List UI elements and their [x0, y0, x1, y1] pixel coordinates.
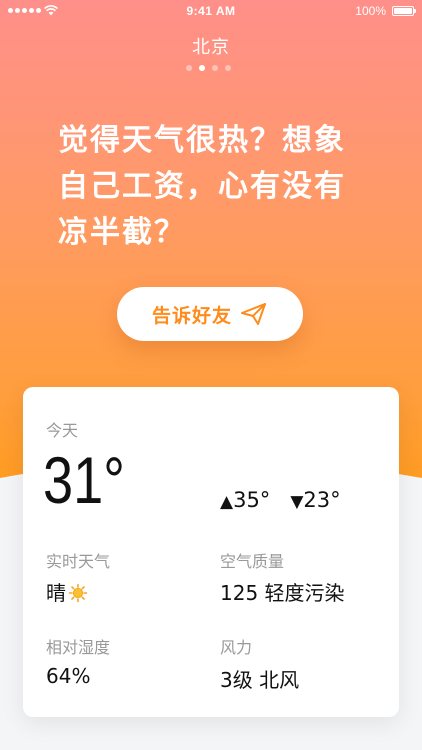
page-indicator[interactable] [186, 65, 231, 71]
headline-line: 自己工资，心有没有 [58, 169, 346, 204]
share-button-label: 告诉好友 [151, 304, 232, 327]
headline-line: 凉半截？ [58, 215, 186, 250]
realtime-weather-label: 实时天气 [46, 552, 111, 571]
battery-percent: 100% [355, 4, 386, 18]
air-quality-label: 空气质量 [220, 552, 285, 571]
weather-card: 今天 31° ▲35° ▼23° 实时天气 晴 空气质量 125 轻度污染 相对… [23, 387, 399, 717]
battery-icon [392, 6, 416, 16]
sun-icon [68, 583, 88, 603]
temperature-range: ▲35° ▼23° [220, 488, 341, 512]
weather-screen: 9:41 AM 100% 北京 觉得天气很热？想象 自己工资，心有没有 凉半截？… [0, 0, 422, 750]
up-arrow-icon: ▲ [220, 492, 234, 512]
today-label: 今天 [46, 421, 79, 440]
low-temperature: 23° [303, 488, 341, 512]
headline: 觉得天气很热？想象 自己工资，心有没有 凉半截？ [58, 118, 378, 256]
air-quality-value: 125 轻度污染 [220, 581, 345, 605]
down-arrow-icon: ▼ [290, 492, 304, 512]
humidity-label: 相对湿度 [46, 638, 111, 657]
humidity-value: 64% [46, 664, 91, 688]
wind-label: 风力 [220, 638, 253, 657]
current-temperature: 31° [43, 443, 125, 517]
city-name[interactable]: 北京 [0, 33, 422, 59]
wind-value: 3级 北风 [220, 668, 300, 692]
page-dot[interactable] [225, 65, 231, 71]
page-dot-active[interactable] [199, 65, 205, 71]
send-icon [241, 303, 266, 325]
page-dot[interactable] [186, 65, 192, 71]
status-bar: 9:41 AM 100% [0, 0, 422, 24]
high-temperature: 35° [233, 488, 271, 512]
page-dot[interactable] [212, 65, 218, 71]
realtime-weather-value: 晴 [46, 577, 88, 606]
share-with-friends-button[interactable]: 告诉好友 [117, 287, 303, 341]
headline-line: 觉得天气很热？想象 [58, 123, 346, 158]
weather-condition: 晴 [46, 581, 66, 605]
